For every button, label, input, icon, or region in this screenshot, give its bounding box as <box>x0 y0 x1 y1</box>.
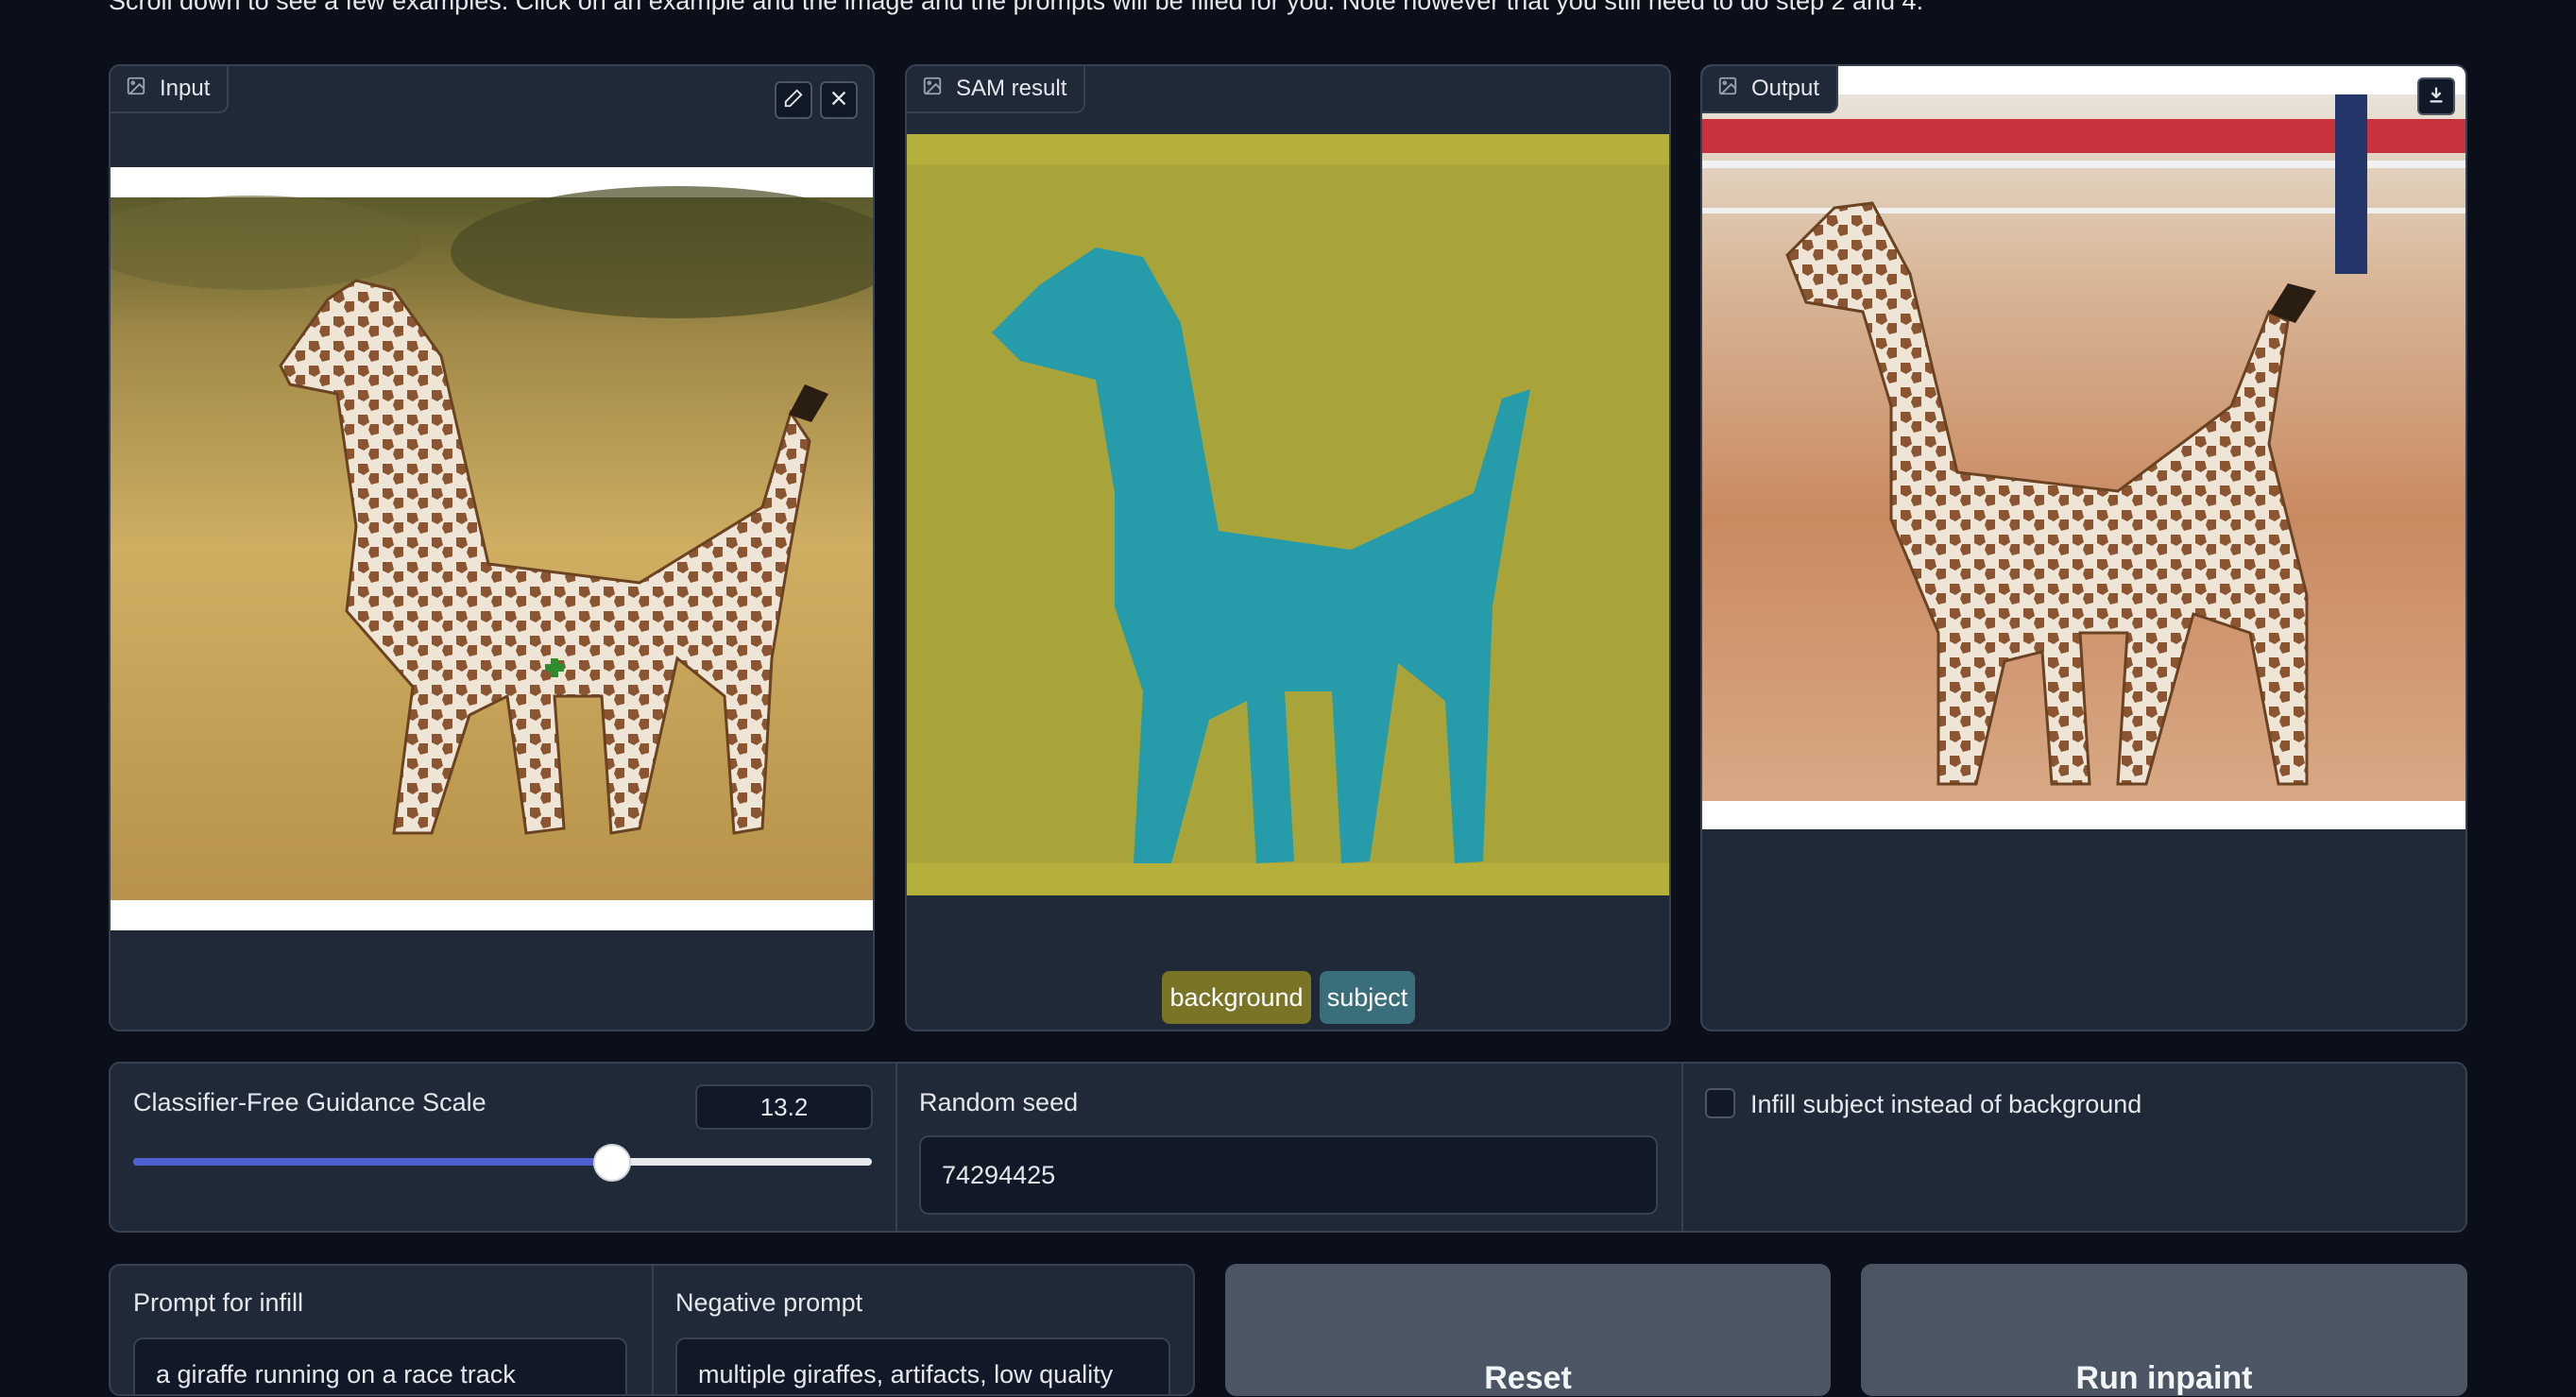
prompts-panel: Prompt for infill a giraffe running on a… <box>109 1264 1195 1396</box>
guidance-number-input[interactable]: 13.2 <box>695 1084 873 1130</box>
image-icon <box>126 76 146 103</box>
guidance-slider-thumb[interactable] <box>593 1144 631 1182</box>
sam-mask-image <box>907 134 1669 895</box>
divider <box>1681 1064 1683 1231</box>
controls-panel: Classifier-Free Guidance Scale 13.2 Rand… <box>109 1062 2467 1233</box>
image-icon <box>922 76 943 103</box>
guidance-slider-track[interactable] <box>133 1158 872 1166</box>
prompt-input[interactable]: a giraffe running on a race track <box>133 1337 627 1394</box>
sam-result-panel: SAM result background subject <box>905 64 1671 1031</box>
clear-button[interactable] <box>820 81 858 119</box>
input-label: Input <box>160 76 211 101</box>
output-image-panel: Output <box>1700 64 2467 1031</box>
output-label-tag: Output <box>1702 66 1839 113</box>
negative-prompt-label: Negative prompt <box>675 1288 863 1317</box>
sam-label: SAM result <box>956 76 1067 101</box>
output-label: Output <box>1751 76 1820 101</box>
run-inpaint-button[interactable]: Run inpaint <box>1861 1264 2467 1396</box>
infill-subject-label: Infill subject instead of background <box>1750 1090 2142 1118</box>
pencil-icon <box>783 88 804 113</box>
guidance-label: Classifier-Free Guidance Scale <box>133 1088 486 1116</box>
input-image[interactable] <box>111 167 873 930</box>
edit-button[interactable] <box>775 81 812 119</box>
guidance-slider-fill <box>133 1158 613 1166</box>
intro-text: Scroll down to see a few examples. Click… <box>109 0 1924 15</box>
sam-label-tag: SAM result <box>907 66 1086 113</box>
reset-button[interactable]: Reset <box>1225 1264 1831 1396</box>
download-button[interactable] <box>2417 77 2455 115</box>
input-image-panel[interactable]: Input <box>109 64 875 1031</box>
prompt-label: Prompt for infill <box>133 1288 304 1317</box>
legend-subject: subject <box>1320 971 1415 1024</box>
infill-subject-checkbox[interactable] <box>1705 1088 1735 1118</box>
image-icon <box>1717 76 1738 103</box>
close-icon <box>828 88 849 113</box>
input-label-tag: Input <box>111 66 230 113</box>
negative-prompt-input[interactable]: multiple giraffes, artifacts, low qualit… <box>675 1337 1170 1394</box>
divider <box>896 1064 897 1231</box>
seed-input[interactable]: 74294425 <box>919 1135 1658 1215</box>
divider <box>652 1266 654 1394</box>
download-icon <box>2426 84 2447 110</box>
legend-background: background <box>1162 971 1311 1024</box>
output-image <box>1702 66 2465 829</box>
seed-label: Random seed <box>919 1088 1079 1116</box>
